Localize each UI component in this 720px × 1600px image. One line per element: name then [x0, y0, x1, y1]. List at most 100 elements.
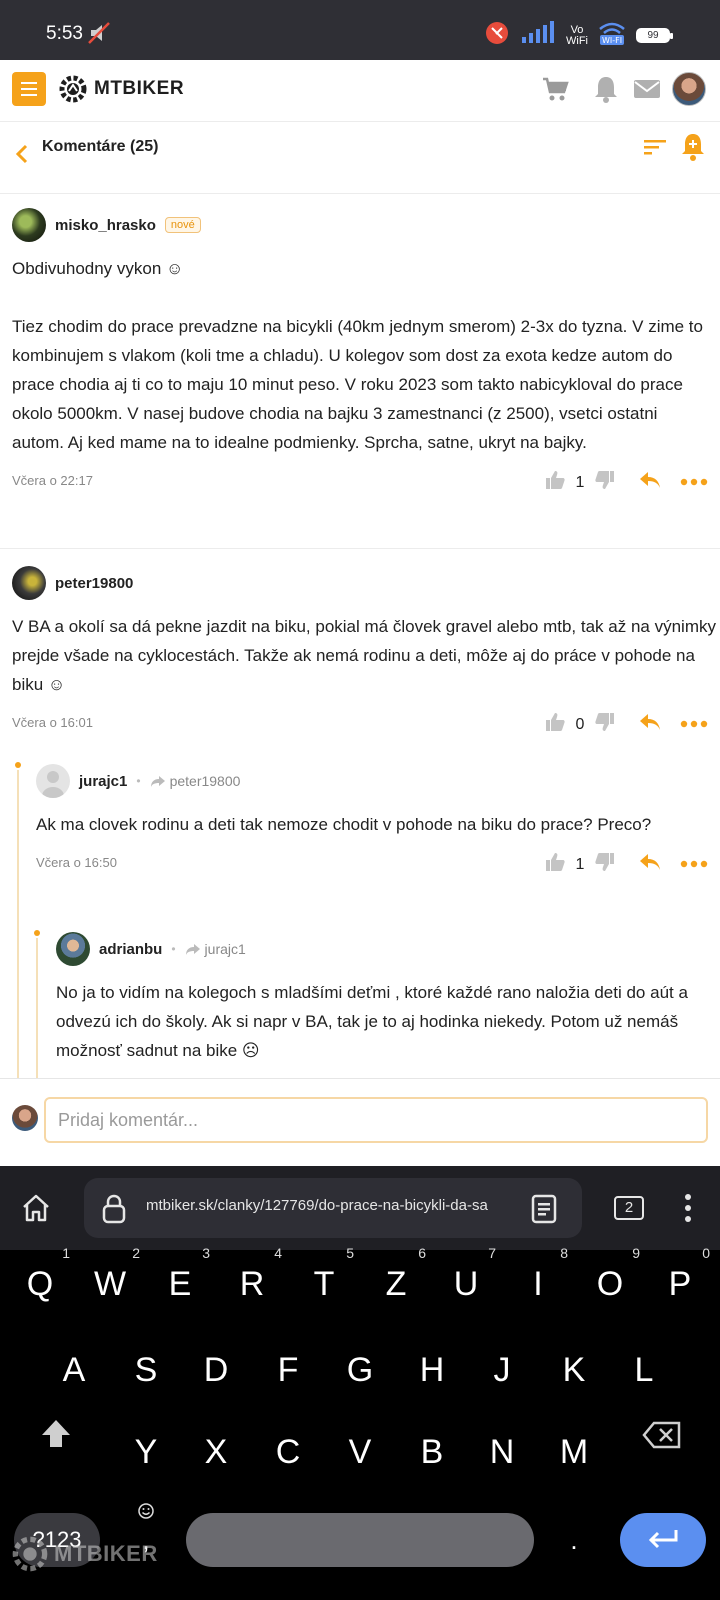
key-e[interactable]: E3: [148, 1246, 212, 1316]
thread-marker: [34, 930, 40, 936]
key-number: 8: [560, 1245, 568, 1261]
svg-text:WI-FI: WI-FI: [602, 36, 622, 45]
key-b[interactable]: B: [400, 1420, 464, 1484]
browser-toolbar: mtbiker.sk/clanky/127769/do-prace-na-bic…: [0, 1166, 720, 1250]
divider: [0, 548, 720, 549]
thumbs-up-icon[interactable]: [544, 469, 566, 496]
avatar[interactable]: [12, 208, 46, 242]
comment-text: Obdivuhodny vykon ☺ Tiez chodim do prace…: [12, 259, 703, 452]
key-number: 5: [346, 1245, 354, 1261]
back-chevron-icon[interactable]: [14, 144, 30, 169]
key-g[interactable]: G: [328, 1338, 392, 1402]
space-key[interactable]: [186, 1513, 534, 1567]
thumbs-down-icon[interactable]: [594, 469, 616, 496]
home-icon[interactable]: [20, 1192, 52, 1229]
key-z[interactable]: Z6: [364, 1246, 428, 1316]
key-s[interactable]: S: [114, 1338, 178, 1402]
reply-to-user: jurajc1: [204, 941, 246, 957]
shift-key[interactable]: [24, 1402, 88, 1466]
tab-count-button[interactable]: 2: [614, 1196, 644, 1220]
more-options-icon[interactable]: [680, 716, 708, 734]
comment-time: Včera o 16:01: [12, 715, 93, 730]
key-c[interactable]: C: [256, 1420, 320, 1484]
key-label: W: [93, 1265, 127, 1303]
comment-input[interactable]: [44, 1097, 708, 1143]
lock-icon[interactable]: [100, 1194, 128, 1229]
key-label: T: [313, 1265, 335, 1303]
user-avatar[interactable]: [672, 72, 706, 106]
reply-icon[interactable]: [638, 852, 662, 877]
status-time: 5:53: [46, 23, 83, 44]
key-j[interactable]: J: [470, 1338, 534, 1402]
key-k[interactable]: K: [542, 1338, 606, 1402]
comment-text: No ja to vidím na kolegoch s mladšími de…: [56, 983, 693, 1060]
key-t[interactable]: T5: [292, 1246, 356, 1316]
key-q[interactable]: Q1: [8, 1246, 72, 1316]
key-r[interactable]: R4: [220, 1246, 284, 1316]
key-d[interactable]: D: [184, 1338, 248, 1402]
key-o[interactable]: O9: [578, 1246, 642, 1316]
mtbiker-logo[interactable]: MTBIKER: [58, 74, 184, 104]
thumbs-down-icon[interactable]: [594, 851, 616, 878]
reply-icon[interactable]: [638, 712, 662, 737]
key-l[interactable]: L: [612, 1338, 676, 1402]
key-h[interactable]: H: [400, 1338, 464, 1402]
vote-count: 1: [575, 473, 585, 491]
avatar[interactable]: [12, 566, 46, 600]
period-key[interactable]: .: [542, 1508, 606, 1572]
cart-icon[interactable]: [540, 74, 570, 109]
key-label: Z: [385, 1265, 407, 1303]
sort-icon[interactable]: [642, 134, 668, 165]
avatar[interactable]: [36, 764, 70, 798]
thumbs-down-icon[interactable]: [594, 711, 616, 738]
thumbs-up-icon[interactable]: [544, 851, 566, 878]
status-bar: 5:53 Vo WiFi WI-FI 99: [0, 0, 720, 60]
reply-icon[interactable]: [638, 470, 662, 495]
key-x[interactable]: X: [184, 1420, 248, 1484]
key-n[interactable]: N: [470, 1420, 534, 1484]
key-a[interactable]: A: [42, 1338, 106, 1402]
key-number: 9: [632, 1245, 640, 1261]
enter-key[interactable]: [620, 1513, 706, 1567]
reply-arrow-icon: [185, 944, 200, 955]
more-options-icon[interactable]: [680, 856, 708, 874]
url-text[interactable]: mtbiker.sk/clanky/127769/do-prace-na-bic…: [146, 1197, 508, 1214]
comment-input-bar: [0, 1078, 720, 1166]
reader-mode-icon[interactable]: [530, 1194, 558, 1229]
comment-reply: jurajc1 • peter19800 Ak ma clovek rodinu…: [36, 764, 708, 879]
backspace-key[interactable]: [630, 1402, 694, 1466]
thread-marker: [15, 762, 21, 768]
comment-author[interactable]: jurajc1: [79, 773, 127, 790]
hamburger-menu-button[interactable]: [12, 72, 46, 106]
new-badge: nové: [164, 217, 201, 233]
avatar[interactable]: [56, 932, 90, 966]
key-m[interactable]: M: [542, 1420, 606, 1484]
mail-icon[interactable]: [632, 74, 662, 109]
reply-to[interactable]: jurajc1: [185, 941, 246, 957]
key-f[interactable]: F: [256, 1338, 320, 1402]
key-w[interactable]: W2: [78, 1246, 142, 1316]
comment-author[interactable]: misko_hrasko: [55, 217, 156, 234]
key-i[interactable]: I8: [506, 1246, 570, 1316]
subscribe-bell-icon[interactable]: [680, 132, 706, 167]
comment-text: V BA a okolí sa dá pekne jazdit na biku,…: [12, 617, 716, 694]
comment-author[interactable]: peter19800: [55, 575, 133, 592]
key-number: 1: [62, 1245, 70, 1261]
key-p[interactable]: P0: [648, 1246, 712, 1316]
reply-arrow-icon: [150, 776, 165, 787]
key-number: 0: [702, 1245, 710, 1261]
key-number: 2: [132, 1245, 140, 1261]
thread-line: [17, 770, 19, 1078]
bell-icon[interactable]: [592, 74, 620, 109]
signal-icon: [520, 21, 556, 50]
more-options-icon[interactable]: [680, 474, 708, 492]
avatar: [12, 1105, 38, 1131]
more-vertical-icon[interactable]: [684, 1192, 692, 1229]
key-y[interactable]: Y: [114, 1420, 178, 1484]
comment-author[interactable]: adrianbu: [99, 941, 162, 958]
key-v[interactable]: V: [328, 1420, 392, 1484]
reply-to[interactable]: peter19800: [150, 773, 240, 789]
key-u[interactable]: U7: [434, 1246, 498, 1316]
shift-icon: [42, 1420, 70, 1447]
thumbs-up-icon[interactable]: [544, 711, 566, 738]
